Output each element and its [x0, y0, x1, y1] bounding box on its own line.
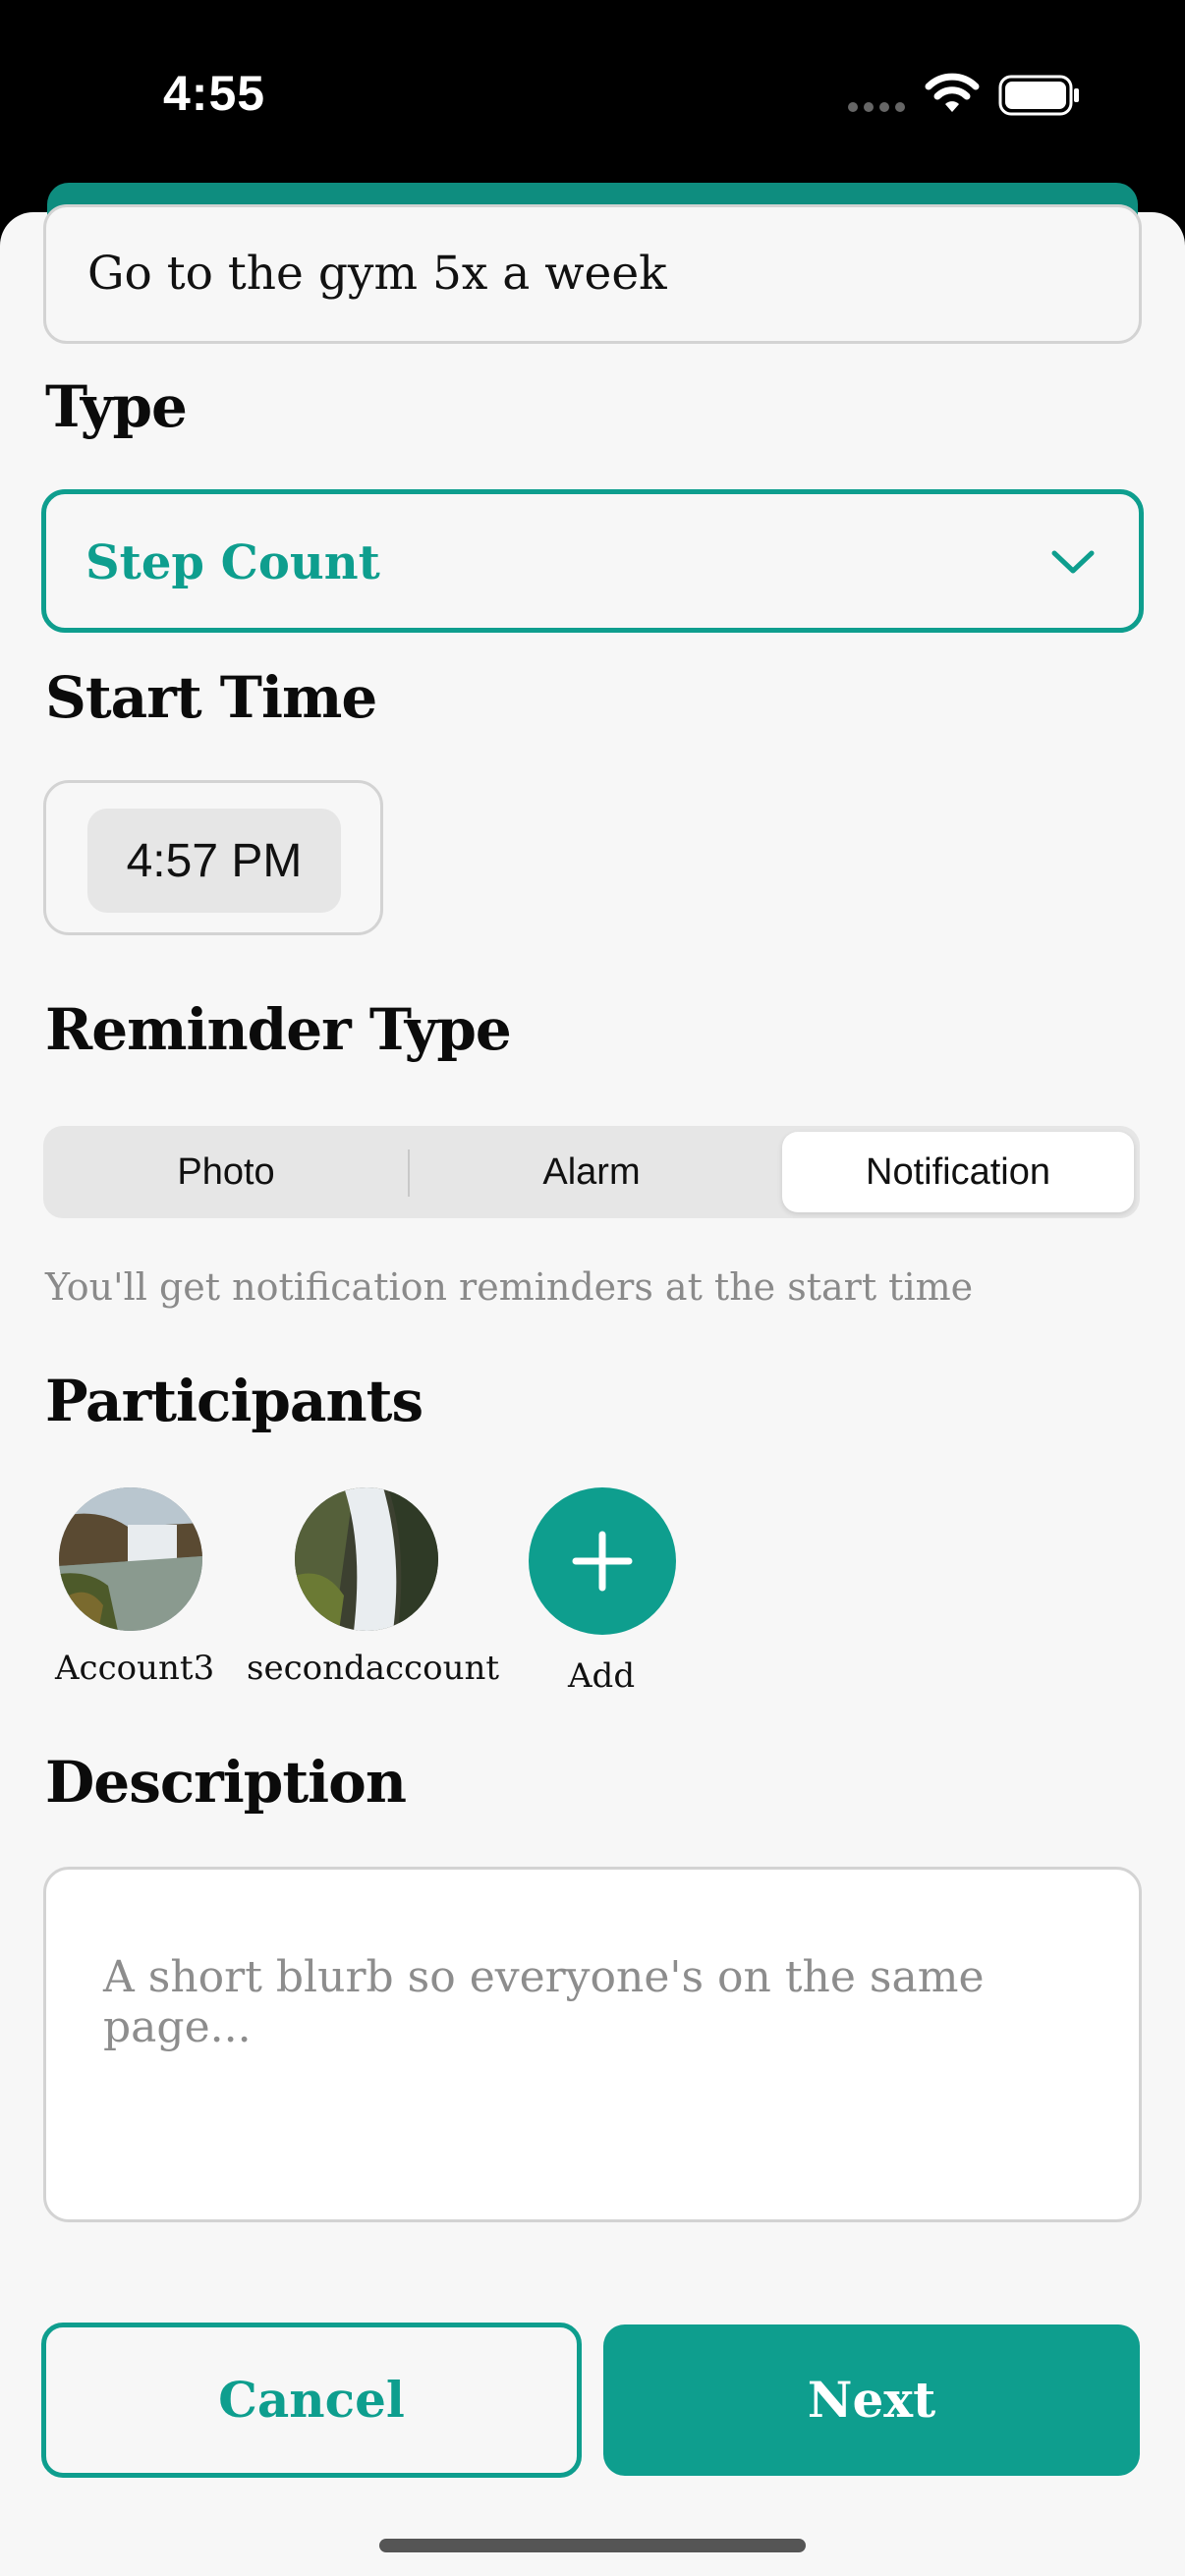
- start-time-picker: 4:57 PM: [43, 780, 383, 935]
- waterfall-photo: [295, 1487, 438, 1631]
- next-button[interactable]: Next: [603, 2324, 1140, 2476]
- start-time-heading: Start Time: [45, 664, 377, 731]
- signal-icon: [848, 102, 905, 112]
- reminder-type-segmented-control: Photo Alarm Notification: [43, 1126, 1140, 1218]
- avatar[interactable]: [59, 1487, 202, 1631]
- wifi-icon: [925, 73, 980, 112]
- avatar[interactable]: [295, 1487, 438, 1631]
- waterfall-photo: [59, 1487, 202, 1631]
- segment-notification[interactable]: Notification: [782, 1126, 1134, 1218]
- participant-name: secondaccount: [247, 1649, 500, 1688]
- time-value: 4:57 PM: [126, 835, 303, 887]
- description-placeholder: A short blurb so everyone's on the same …: [103, 1952, 985, 2052]
- description-textarea[interactable]: A short blurb so everyone's on the same …: [43, 1867, 1142, 2222]
- type-dropdown[interactable]: Step Count: [41, 489, 1144, 633]
- add-participant-label: Add: [568, 1656, 636, 1696]
- reminder-hint: You'll get notification reminders at the…: [45, 1265, 974, 1309]
- home-indicator: [379, 2539, 806, 2552]
- add-participant-button[interactable]: [529, 1487, 676, 1635]
- cancel-button[interactable]: Cancel: [41, 2323, 582, 2478]
- battery-icon: [998, 75, 1079, 116]
- goal-title-value: Go to the gym 5x a week: [87, 247, 667, 301]
- status-bar: 4:55: [0, 0, 1185, 196]
- type-heading: Type: [45, 373, 188, 440]
- plus-icon: [572, 1531, 633, 1592]
- participant-name: Account3: [55, 1649, 215, 1688]
- time-chip[interactable]: 4:57 PM: [87, 809, 341, 913]
- participants-heading: Participants: [45, 1368, 423, 1434]
- segment-alarm[interactable]: Alarm: [409, 1126, 774, 1218]
- goal-title-field[interactable]: Go to the gym 5x a week: [43, 204, 1142, 344]
- chevron-down-icon: [1051, 550, 1095, 574]
- segment-photo[interactable]: Photo: [43, 1126, 409, 1218]
- status-time: 4:55: [163, 66, 266, 121]
- reminder-type-heading: Reminder Type: [45, 996, 512, 1063]
- description-heading: Description: [45, 1749, 407, 1816]
- type-selected-value: Step Count: [85, 535, 380, 590]
